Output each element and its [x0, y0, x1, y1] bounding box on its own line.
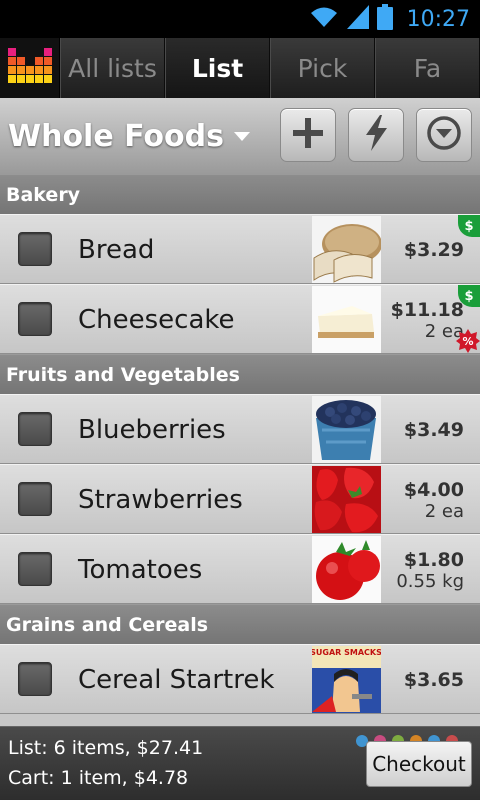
cereal-thumbnail: SUGAR SMACKS — [312, 646, 381, 713]
clock: 10:27 — [406, 6, 470, 32]
list-summary: List: 6 items, $27.41 — [8, 737, 204, 759]
item-checkbox[interactable] — [18, 232, 52, 266]
summary-footer: List: 6 items, $27.41 Cart: 1 item, $4.7… — [0, 726, 480, 800]
item-price: $1.80 — [403, 548, 464, 571]
item-name: Cheesecake — [78, 305, 235, 335]
add-item-button[interactable] — [280, 108, 336, 162]
quick-add-button[interactable] — [348, 108, 404, 162]
sale-badge-icon: % — [456, 329, 480, 353]
item-checkbox[interactable] — [18, 662, 52, 696]
tab-bar: All lists List Pick Fa — [0, 38, 480, 98]
cereal-box-text: SUGAR SMACKS — [312, 648, 381, 657]
list-item[interactable]: Bread $3.29 $ — [0, 214, 480, 284]
menu-dropdown-button[interactable] — [416, 108, 472, 162]
section-header: Fruits and Vegetables — [0, 354, 480, 394]
tab-pick[interactable]: Pick — [270, 38, 375, 98]
item-price-block: $11.18 2 ea — [391, 285, 464, 355]
tomatoes-thumbnail — [312, 536, 381, 603]
lightning-icon — [360, 113, 392, 157]
item-quantity: 0.55 kg — [396, 570, 464, 592]
item-price-block: $3.49 — [404, 395, 464, 465]
item-price: $11.18 — [390, 298, 464, 321]
blueberries-thumbnail — [312, 396, 381, 463]
wifi-icon — [309, 5, 339, 33]
item-price: $3.65 — [403, 669, 464, 691]
list-item[interactable]: Cereal Startrek SUGAR SMACKS $3.65 — [0, 644, 480, 714]
store-dropdown-caret-icon[interactable] — [233, 131, 250, 141]
item-name: Strawberries — [78, 485, 243, 515]
item-price-block: $4.00 2 ea — [404, 465, 464, 535]
item-name: Bread — [78, 235, 155, 265]
item-name: Tomatoes — [78, 555, 203, 585]
store-title[interactable]: Whole Foods — [8, 119, 224, 154]
cheesecake-thumbnail — [312, 286, 381, 353]
item-checkbox[interactable] — [18, 302, 52, 336]
item-price-block: $1.80 0.55 kg — [396, 535, 464, 605]
item-checkbox[interactable] — [18, 482, 52, 516]
list-item[interactable]: Blueberries $3.49 — [0, 394, 480, 464]
item-checkbox[interactable] — [18, 552, 52, 586]
tab-favorites[interactable]: Fa — [375, 38, 480, 98]
item-quantity: 2 ea — [424, 500, 464, 522]
list-item[interactable]: Strawberries $4.00 2 ea — [0, 464, 480, 534]
item-checkbox[interactable] — [18, 412, 52, 446]
sale-badge-text: % — [462, 335, 473, 348]
list-item[interactable]: Tomatoes $1.80 0.55 kg — [0, 534, 480, 604]
app-logo-icon[interactable] — [0, 38, 60, 98]
add-icon — [290, 115, 326, 155]
tab-all-lists[interactable]: All lists — [60, 38, 165, 98]
item-price-block: $3.29 — [404, 215, 464, 285]
signal-icon — [346, 5, 369, 33]
strawberries-thumbnail — [312, 466, 381, 533]
checkout-button[interactable]: Checkout — [366, 741, 472, 787]
status-bar: 10:27 — [0, 0, 480, 38]
item-price: $3.49 — [403, 419, 464, 441]
cart-summary: Cart: 1 item, $4.78 — [8, 767, 189, 789]
list-item[interactable]: Cheesecake $11.18 2 ea $ % — [0, 284, 480, 354]
item-name: Blueberries — [78, 415, 226, 445]
tab-list[interactable]: List — [165, 38, 270, 98]
dropdown-icon — [426, 115, 462, 155]
section-header: Grains and Cereals — [0, 604, 480, 644]
store-header: Whole Foods — [0, 98, 480, 174]
battery-icon — [376, 4, 393, 34]
section-header: Bakery — [0, 174, 480, 214]
item-price-block: $3.65 — [404, 645, 464, 715]
item-price: $3.29 — [403, 239, 464, 261]
shopping-list[interactable]: Bakery Bread $3.29 $ Cheesecake $11.18 2… — [0, 174, 480, 726]
item-price: $4.00 — [403, 478, 464, 501]
bread-thumbnail — [312, 216, 381, 283]
item-name: Cereal Startrek — [78, 665, 275, 695]
